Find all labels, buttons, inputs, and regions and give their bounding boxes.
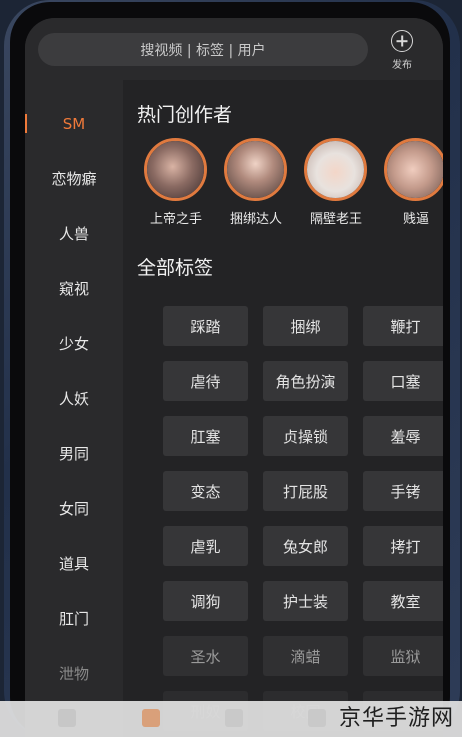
sidebar-item-10[interactable]: 泄物 <box>25 646 123 701</box>
publish-button[interactable]: 发布 <box>386 30 418 74</box>
tag-button[interactable]: 拷打 <box>363 526 443 566</box>
sidebar-item-6[interactable]: 男同 <box>25 426 123 481</box>
sidebar-item-9[interactable]: 肛门 <box>25 591 123 646</box>
tag-button[interactable]: 打屁股 <box>263 471 348 511</box>
tag-button[interactable]: 角色扮演 <box>263 361 348 401</box>
sidebar-item-7[interactable]: 女同 <box>25 481 123 536</box>
creator-name: 隔壁老王 <box>309 212 362 227</box>
heart-icon[interactable] <box>225 709 243 727</box>
tag-button[interactable]: 调狗 <box>163 581 248 621</box>
avatar <box>384 138 443 201</box>
creator-card[interactable]: 上帝之手 <box>137 138 217 238</box>
sidebar-item-2[interactable]: 人兽 <box>25 206 123 261</box>
tag-button[interactable]: 虐乳 <box>163 526 248 566</box>
avatar <box>144 138 207 201</box>
sidebar-item-4[interactable]: 少女 <box>25 316 123 371</box>
sidebar-item-label: 人兽 <box>58 225 89 243</box>
sidebar-item-3[interactable]: 窥视 <box>25 261 123 316</box>
sidebar-item-8[interactable]: 道具 <box>25 536 123 591</box>
sidebar-item-sm[interactable]: SM <box>25 96 123 151</box>
header: 搜视频 | 标签 | 用户 发布 <box>25 18 443 80</box>
sidebar-item-label: 肛门 <box>58 610 89 628</box>
sidebar-item-fetish[interactable]: 恋物癖 <box>25 151 123 206</box>
tag-button[interactable]: 手铐 <box>363 471 443 511</box>
tag-button[interactable]: 护士装 <box>263 581 348 621</box>
tag-button[interactable]: 圣水 <box>163 636 248 676</box>
creators-title: 热门创作者 <box>137 104 233 126</box>
sidebar-item-label: 人妖 <box>58 390 89 408</box>
sidebar-item-label: 泄物 <box>58 665 89 683</box>
tag-button[interactable]: 踩踏 <box>163 306 248 346</box>
profile-icon[interactable] <box>308 709 326 727</box>
search-bar[interactable]: 搜视频 | 标签 | 用户 <box>38 33 368 66</box>
tag-button[interactable]: 羞辱 <box>363 416 443 456</box>
avatar <box>224 138 287 201</box>
tag-button[interactable]: 教室 <box>363 581 443 621</box>
tag-button[interactable]: 兔女郎 <box>263 526 348 566</box>
app-screen: 搜视频 | 标签 | 用户 发布 SM 恋物癖 人兽 窥视 少女 人妖 男同 女… <box>25 18 443 737</box>
play-icon[interactable] <box>58 709 76 727</box>
active-indicator <box>25 114 27 133</box>
avatar <box>304 138 367 201</box>
tag-button[interactable]: 监狱 <box>363 636 443 676</box>
creator-name: 捆绑达人 <box>229 212 282 227</box>
tag-button[interactable]: 捆绑 <box>263 306 348 346</box>
creator-card[interactable]: 贱逼 <box>377 138 443 238</box>
sidebar-item-label: 窥视 <box>58 280 89 298</box>
creator-card[interactable]: 隔壁老王 <box>297 138 377 238</box>
sidebar-item-label: 女同 <box>58 500 89 518</box>
creator-name: 贱逼 <box>402 212 429 227</box>
publish-label: 发布 <box>392 60 412 71</box>
sidebar-item-label: 恋物癖 <box>51 170 97 188</box>
content-panel: 热门创作者 上帝之手 捆绑达人 隔壁老王 贱逼 全部标签 踩踏 捆绑 鞭打 虐待… <box>123 80 443 737</box>
search-placeholder: 搜视频 | 标签 | 用户 <box>140 42 266 59</box>
tag-button[interactable]: 鞭打 <box>363 306 443 346</box>
sidebar-item-label: SM <box>62 114 86 133</box>
tag-button[interactable]: 贞操锁 <box>263 416 348 456</box>
grid-icon[interactable] <box>142 709 160 727</box>
tag-button[interactable]: 肛塞 <box>163 416 248 456</box>
tag-button[interactable]: 口塞 <box>363 361 443 401</box>
sidebar-item-label: 少女 <box>58 335 89 353</box>
sidebar-item-label: 道具 <box>58 555 89 573</box>
tag-button[interactable]: 变态 <box>163 471 248 511</box>
sidebar-item-5[interactable]: 人妖 <box>25 371 123 426</box>
category-sidebar: SM 恋物癖 人兽 窥视 少女 人妖 男同 女同 道具 肛门 泄物 <box>25 80 123 737</box>
sidebar-item-label: 男同 <box>58 445 89 463</box>
watermark: 京华手游网 <box>338 706 454 731</box>
creator-name: 上帝之手 <box>149 212 202 227</box>
tags-title: 全部标签 <box>137 257 214 279</box>
creator-card[interactable]: 捆绑达人 <box>217 138 297 238</box>
tag-button[interactable]: 虐待 <box>163 361 248 401</box>
tag-button[interactable]: 滴蜡 <box>263 636 348 676</box>
plus-circle-icon <box>391 30 413 52</box>
